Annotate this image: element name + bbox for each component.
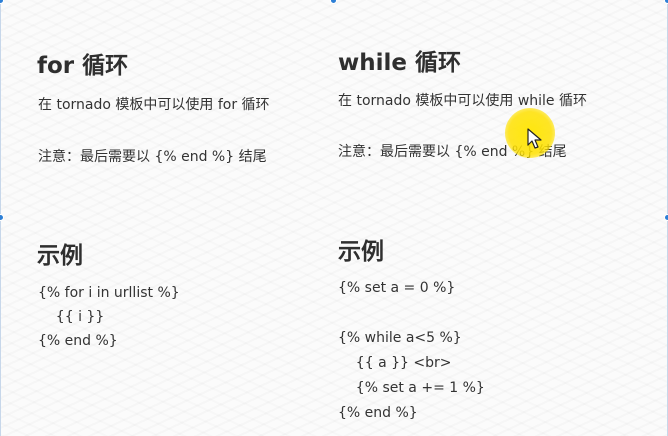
arrow-cursor-icon (527, 128, 542, 149)
code-line: {% end %} (38, 333, 118, 349)
while-loop-description: 在 tornado 模板中可以使用 while 循环 (338, 93, 587, 109)
code-line: {% end %} (338, 405, 418, 421)
top-right-resize-handle[interactable] (664, 0, 668, 4)
code-line: {{ a }} <br> (338, 355, 452, 371)
code-line: {% set a += 1 %} (338, 380, 485, 396)
while-loop-heading: while 循环 (338, 50, 461, 76)
code-line: {% while a<5 %} (338, 330, 462, 346)
code-line: {% for i in urllist %} (38, 285, 180, 301)
code-line: {{ i }} (38, 309, 105, 325)
for-loop-heading: for 循环 (37, 53, 129, 79)
for-example-heading: 示例 (37, 243, 83, 269)
middle-right-resize-handle[interactable] (664, 214, 668, 221)
while-example-heading: 示例 (338, 239, 384, 265)
for-loop-description: 在 tornado 模板中可以使用 for 循环 (38, 97, 270, 113)
for-loop-note: 注意：最后需要以 {% end %} 结尾 (38, 149, 267, 165)
code-line: {% set a = 0 %} (338, 280, 456, 296)
